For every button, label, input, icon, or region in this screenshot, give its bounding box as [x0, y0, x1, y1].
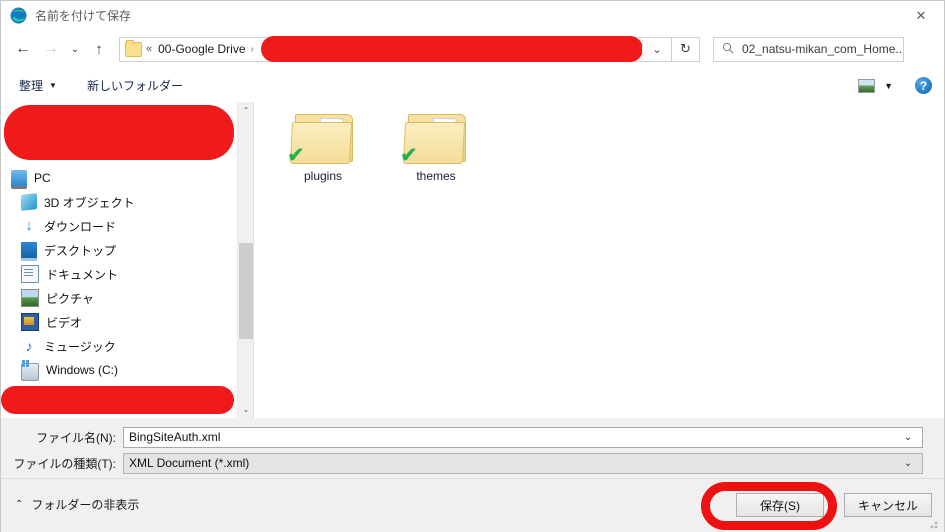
sidebar-item-label: PC [34, 171, 51, 185]
search-text: 02_natsu-mikan_com_Home... [742, 42, 903, 56]
sidebar-item-7[interactable]: ビデオ [1, 310, 237, 334]
redaction-overlay-address [260, 36, 643, 62]
sidebar-item-label: ドキュメント [46, 267, 119, 282]
chevron-up-icon: ⌃ [15, 499, 24, 510]
documents-icon [21, 265, 39, 283]
chevron-down-icon[interactable]: ⌄ [894, 454, 922, 473]
chevron-down-icon: ▼ [49, 81, 57, 90]
sidebar-item-5[interactable]: ドキュメント [1, 262, 237, 286]
filetype-label: ファイルの種類(T): [13, 456, 116, 471]
sidebar-item-8[interactable]: ♪ ミュージック [1, 334, 237, 358]
navigation-pane: PC 3D オブジェクト ↓ ダウンロード デスクトップ ドキュメント ピクチャビデオ ♪ ミュ… [1, 102, 254, 418]
chevron-down-icon[interactable]: ⌄ [894, 428, 922, 447]
organize-label: 整理 [19, 79, 44, 93]
breadcrumb-overflow-icon[interactable]: « [146, 43, 152, 55]
sidebar-item-label: ミュージック [44, 339, 116, 354]
sidebar-item-1[interactable]: PC [1, 166, 237, 190]
sidebar-item-label: 3D オブジェクト [44, 195, 135, 210]
file-form: ファイル名(N): BingSiteAuth.xml ⌄ ファイルの種類(T):… [1, 418, 944, 478]
title-bar: 名前を付けて保存 ✕ [1, 1, 944, 29]
address-dropdown-icon[interactable]: ⌄ [642, 36, 671, 62]
chevron-down-icon[interactable]: ▼ [884, 81, 893, 91]
folder-icon [125, 39, 142, 57]
videos-icon [21, 313, 39, 331]
command-bar: 整理 ▼ 新しいフォルダー ▼ ? [1, 69, 944, 103]
pictures-icon [21, 289, 39, 307]
sidebar-item-label: ピクチャ [46, 291, 94, 306]
recent-locations-icon[interactable]: ⌄ [65, 34, 85, 64]
address-bar[interactable]: « 00-Google Drive › ⌄ [119, 36, 672, 62]
sidebar-scrollbar[interactable]: ⌃ ⌄ [237, 102, 253, 418]
filename-label: ファイル名(N): [36, 430, 116, 445]
3d-objects-icon [21, 193, 37, 211]
filename-row: ファイル名(N): BingSiteAuth.xml ⌄ [1, 426, 923, 448]
cancel-button[interactable]: キャンセル [844, 493, 932, 517]
pc-icon [11, 169, 27, 189]
close-icon[interactable]: ✕ [898, 1, 944, 29]
folder-icon: ✔ [400, 110, 468, 166]
file-item[interactable]: ✔ plugins [273, 110, 373, 183]
search-icon [722, 42, 734, 57]
breadcrumb-separator-icon[interactable]: › [251, 44, 254, 55]
search-input[interactable]: 02_natsu-mikan_com_Home... [713, 36, 904, 62]
file-item[interactable]: ✔ themes [386, 110, 486, 183]
folder-tree: PC 3D オブジェクト ↓ ダウンロード デスクトップ ドキュメント ピクチャビデオ ♪ ミュ… [1, 166, 237, 382]
scrollbar-thumb[interactable] [239, 243, 253, 339]
sidebar-item-4[interactable]: デスクトップ [1, 238, 237, 262]
folder-icon: ✔ [287, 110, 355, 166]
filetype-row: ファイルの種類(T): XML Document (*.xml) ⌄ [1, 452, 923, 474]
sidebar-item-6[interactable]: ピクチャ [1, 286, 237, 310]
redaction-overlay-sidebar-top [4, 105, 234, 160]
edge-icon [10, 7, 27, 24]
navigation-bar: ← → ⌄ ↑ « 00-Google Drive › ⌄ ↻ 02_natsu… [1, 29, 944, 69]
sidebar-item-9[interactable]: Windows (C:) [1, 358, 237, 382]
filetype-select[interactable]: XML Document (*.xml) ⌄ [123, 452, 923, 474]
filename-value: BingSiteAuth.xml [129, 430, 221, 444]
refresh-icon[interactable]: ↻ [672, 36, 700, 62]
redaction-overlay-sidebar-bottom [1, 386, 234, 414]
sync-check-icon: ✔ [400, 144, 418, 167]
file-list-pane[interactable]: ✔ plugins ✔ themes [255, 102, 944, 418]
annotation-highlight-save [701, 482, 837, 530]
window-title: 名前を付けて保存 [35, 8, 132, 23]
sidebar-item-label: ダウンロード [44, 219, 117, 234]
save-as-dialog: 名前を付けて保存 ✕ ← → ⌄ ↑ « 00-Google Drive › ⌄… [0, 0, 945, 532]
hide-folders-button[interactable]: ⌃ フォルダーの非表示 [15, 496, 139, 513]
sidebar-item-label: デスクトップ [44, 243, 117, 258]
drive-icon [21, 360, 39, 381]
sidebar-item-label: Windows (C:) [46, 363, 119, 377]
forward-icon: → [43, 40, 59, 57]
desktop-icon [21, 241, 37, 261]
downloads-icon: ↓ [25, 217, 33, 234]
sidebar-item-label: ビデオ [46, 315, 83, 330]
new-folder-button[interactable]: 新しいフォルダー [87, 77, 183, 94]
file-item-label: themes [416, 169, 456, 183]
sidebar-item-2[interactable]: 3D オブジェクト [1, 190, 237, 214]
sidebar-item-3[interactable]: ↓ ダウンロード [1, 214, 237, 238]
sync-check-icon: ✔ [287, 144, 305, 167]
organize-button[interactable]: 整理 ▼ [19, 77, 57, 94]
resize-grip[interactable] [930, 519, 940, 529]
back-icon[interactable]: ← [9, 34, 37, 64]
breadcrumb-item[interactable]: 00-Google Drive [158, 42, 245, 56]
hide-folders-label: フォルダーの非表示 [31, 498, 140, 512]
help-icon[interactable]: ? [915, 77, 932, 94]
filename-input[interactable]: BingSiteAuth.xml ⌄ [123, 426, 923, 448]
view-mode-icon[interactable] [858, 78, 876, 93]
view-controls: ▼ ? [858, 77, 932, 94]
music-icon: ♪ [25, 338, 33, 354]
dialog-body: PC 3D オブジェクト ↓ ダウンロード デスクトップ ドキュメント ピクチャビデオ ♪ ミュ… [1, 102, 944, 418]
up-icon[interactable]: ↑ [85, 34, 113, 64]
file-item-label: plugins [303, 169, 343, 183]
filetype-value: XML Document (*.xml) [129, 456, 250, 470]
scroll-down-icon[interactable]: ⌄ [238, 401, 253, 418]
scroll-up-icon[interactable]: ⌃ [238, 102, 253, 119]
